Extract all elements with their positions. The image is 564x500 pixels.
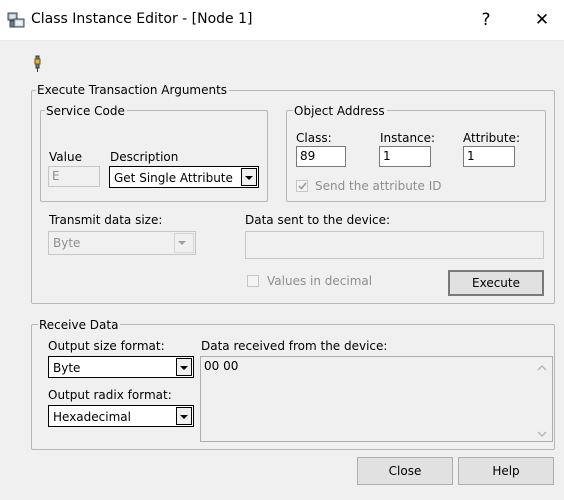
network-app-icon (7, 11, 25, 29)
receive-data-group-label: Receive Data (38, 318, 121, 332)
chevron-down-icon (174, 233, 194, 253)
data-received-area[interactable]: 00 00 (200, 356, 553, 442)
description-value: Get Single Attribute (114, 171, 233, 185)
output-size-label: Output size format: (48, 339, 165, 353)
description-label: Description (110, 150, 179, 164)
execute-transaction-group-label: Execute Transaction Arguments (36, 83, 230, 97)
instance-label: Instance: (380, 131, 436, 145)
output-radix-label: Output radix format: (48, 388, 172, 402)
chevron-down-icon[interactable] (176, 358, 192, 376)
service-code-group-label: Service Code (45, 104, 127, 118)
data-received-label: Data received from the device: (201, 339, 388, 353)
close-button[interactable]: Close (357, 457, 453, 485)
output-radix-dropdown[interactable]: Hexadecimal (48, 405, 194, 427)
transmit-size-dropdown: Byte (48, 231, 196, 255)
scroll-up-icon[interactable] (536, 362, 548, 372)
help-button[interactable]: Help (458, 457, 554, 485)
service-value-field: E (48, 166, 100, 187)
title-bar: Class Instance Editor - [Node 1] ? ✕ (0, 0, 564, 41)
chevron-down-icon[interactable] (176, 407, 192, 425)
send-attribute-id-checkbox[interactable] (296, 180, 308, 192)
send-attribute-id-label: Send the attribute ID (315, 179, 442, 193)
help-icon[interactable]: ? (466, 5, 506, 35)
instance-input[interactable]: 1 (379, 146, 431, 167)
class-input[interactable]: 89 (296, 146, 346, 167)
close-icon[interactable]: ✕ (522, 5, 562, 35)
data-sent-label: Data sent to the device: (245, 213, 391, 227)
chevron-down-icon[interactable] (241, 168, 257, 186)
data-received-value: 00 00 (204, 359, 239, 373)
output-size-dropdown[interactable]: Byte (48, 356, 194, 378)
output-size-value: Byte (53, 361, 81, 375)
output-radix-value: Hexadecimal (53, 410, 131, 424)
connector-icon (34, 55, 42, 73)
class-label: Class: (296, 131, 332, 145)
transmit-size-value: Byte (53, 236, 81, 250)
attribute-label: Attribute: (463, 131, 521, 145)
attribute-input[interactable]: 1 (463, 146, 515, 167)
description-dropdown[interactable]: Get Single Attribute (109, 166, 259, 188)
execute-button[interactable]: Execute (448, 270, 544, 296)
values-in-decimal-checkbox[interactable] (247, 275, 259, 287)
object-address-group-label: Object Address (293, 104, 387, 118)
window-title: Class Instance Editor - [Node 1] (31, 11, 253, 27)
value-label: Value (49, 150, 82, 164)
values-in-decimal-label: Values in decimal (267, 274, 373, 288)
data-sent-field (245, 231, 544, 259)
transmit-size-label: Transmit data size: (49, 213, 163, 227)
scroll-down-icon[interactable] (536, 428, 548, 438)
